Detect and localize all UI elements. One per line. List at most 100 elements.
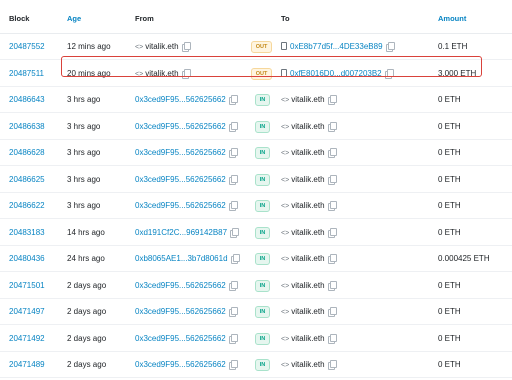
to-address-link[interactable]: vitalik.eth xyxy=(291,307,324,316)
from-address: 0x3ced9F95...562625662 xyxy=(135,148,238,158)
block-number-link[interactable]: 20471492 xyxy=(9,334,45,344)
copy-icon[interactable] xyxy=(228,148,238,158)
direction-badge: IN xyxy=(255,359,270,371)
direction-badge: IN xyxy=(255,147,270,159)
to-address-link[interactable]: vitalik.eth xyxy=(291,148,324,157)
from-address-link[interactable]: 0x3ced9F95...562625662 xyxy=(135,201,226,210)
copy-icon[interactable] xyxy=(228,360,238,370)
from-address: <> vitalik.eth xyxy=(135,42,191,53)
copy-icon[interactable] xyxy=(327,201,337,211)
to-address-link[interactable]: vitalik.eth xyxy=(291,122,324,131)
copy-icon[interactable] xyxy=(385,42,395,52)
copy-icon[interactable] xyxy=(228,95,238,105)
from-address-link[interactable]: 0x3ced9F95...562625662 xyxy=(135,175,226,184)
header-from: From xyxy=(135,14,154,23)
to-address-link[interactable]: vitalik.eth xyxy=(291,334,324,343)
ens-icon: <> xyxy=(281,362,290,369)
to-address: 0xE8b77d5f...4DE33eB89 xyxy=(281,42,395,52)
block-number-link[interactable]: 20486625 xyxy=(9,175,45,185)
block-number-link[interactable]: 20487511 xyxy=(9,69,44,79)
block-number-link[interactable]: 20480436 xyxy=(9,254,45,264)
direction-badge: IN xyxy=(255,279,270,292)
ens-icon: <> xyxy=(281,229,290,237)
copy-icon[interactable] xyxy=(327,333,337,344)
copy-icon[interactable] xyxy=(327,254,337,264)
copy-icon[interactable] xyxy=(327,280,337,291)
to-address-link[interactable]: vitalik.eth xyxy=(291,281,324,290)
header-block: Block xyxy=(9,14,30,23)
amount-value: 0 ETH xyxy=(438,280,461,290)
block-number-link[interactable]: 20486638 xyxy=(9,122,45,132)
copy-icon[interactable] xyxy=(327,360,337,370)
to-address-link[interactable]: vitalik.eth xyxy=(291,175,324,184)
copy-icon[interactable] xyxy=(327,121,337,132)
copy-icon[interactable] xyxy=(228,201,238,211)
direction-badge: IN xyxy=(255,120,270,133)
amount-value: 0 ETH xyxy=(438,95,461,104)
copy-icon[interactable] xyxy=(228,121,238,132)
from-address: 0xb8065AE1...3b7d8061d xyxy=(135,254,240,264)
copy-icon[interactable] xyxy=(327,148,337,158)
table-row: 20486638 3 hrs ago 0x3ced9F95...562625662 I… xyxy=(0,114,512,140)
block-number-link[interactable]: 20486628 xyxy=(9,148,45,158)
from-address-link[interactable]: 0x3ced9F95...562625662 xyxy=(135,148,226,157)
copy-icon[interactable] xyxy=(228,280,238,291)
amount-value: 0.1 ETH xyxy=(438,42,468,51)
copy-icon[interactable] xyxy=(327,307,337,317)
to-address-link[interactable]: vitalik.eth xyxy=(291,360,324,369)
copy-icon[interactable] xyxy=(228,333,238,344)
direction-badge: IN xyxy=(255,173,270,186)
amount-value: 0 ETH xyxy=(438,227,461,237)
from-address-link[interactable]: 0x3ced9F95...562625662 xyxy=(135,307,226,316)
copy-icon[interactable] xyxy=(228,174,238,185)
age-value: 24 hrs ago xyxy=(67,254,105,263)
amount-value: 0 ETH xyxy=(438,360,461,369)
from-address-link[interactable]: 0x3ced9F95...562625662 xyxy=(135,334,226,343)
from-address-link[interactable]: 0x3ced9F95...562625662 xyxy=(135,360,226,369)
copy-icon[interactable] xyxy=(228,307,238,317)
copy-icon[interactable] xyxy=(327,95,337,105)
copy-icon[interactable] xyxy=(181,42,191,52)
to-address: <> vitalik.eth xyxy=(281,307,337,318)
from-address-link[interactable]: 0x3ced9F95...562625662 xyxy=(135,95,226,104)
block-number-link[interactable]: 20471489 xyxy=(9,360,45,370)
direction-badge: OUT xyxy=(251,41,272,53)
block-number-link[interactable]: 20471497 xyxy=(9,307,45,317)
ens-icon: <> xyxy=(281,176,290,184)
block-number-link[interactable]: 20486643 xyxy=(9,95,45,105)
copy-icon[interactable] xyxy=(327,227,337,238)
table-row: 20480436 24 hrs ago 0xb8065AE1...3b7d8061d… xyxy=(0,246,512,272)
table-row: 20471489 2 days ago 0x3ced9F95...562625662… xyxy=(0,352,512,378)
header-age[interactable]: Age xyxy=(67,14,81,23)
age-value: 14 hrs ago xyxy=(67,227,105,237)
from-address-link[interactable]: 0x3ced9F95...562625662 xyxy=(135,281,226,290)
from-address-link[interactable]: 0xb8065AE1...3b7d8061d xyxy=(135,254,228,263)
from-address: 0x3ced9F95...562625662 xyxy=(135,95,238,105)
block-number-link[interactable]: 20483183 xyxy=(9,228,45,238)
copy-icon[interactable] xyxy=(230,254,240,264)
to-address-link[interactable]: vitalik.eth xyxy=(291,201,324,210)
to-address-link[interactable]: vitalik.eth xyxy=(291,254,324,263)
from-address-link[interactable]: 0x3ced9F95...562625662 xyxy=(135,122,226,131)
from-address-link[interactable]: 0xd191Cf2C...969142B87 xyxy=(135,228,227,237)
copy-icon[interactable] xyxy=(327,174,337,185)
from-address-link[interactable]: vitalik.eth xyxy=(145,42,178,51)
to-address-link[interactable]: vitalik.eth xyxy=(291,95,324,104)
to-address-link[interactable]: vitalik.eth xyxy=(291,228,324,237)
from-address: 0x3ced9F95...562625662 xyxy=(135,280,238,291)
from-address: 0x3ced9F95...562625662 xyxy=(135,201,238,211)
table-row: 20486622 3 hrs ago 0x3ced9F95...562625662 I… xyxy=(0,193,512,219)
copy-icon[interactable] xyxy=(230,227,240,238)
block-number-link[interactable]: 20486622 xyxy=(9,201,45,211)
block-number-link[interactable]: 20487552 xyxy=(9,42,45,52)
to-address: <> vitalik.eth xyxy=(281,121,337,133)
header-amount[interactable]: Amount xyxy=(438,14,466,23)
ens-icon: <> xyxy=(281,256,290,263)
block-number-link[interactable]: 20471501 xyxy=(9,281,45,291)
table-header: Block Age From To Amount xyxy=(0,0,512,34)
ens-icon: <> xyxy=(281,309,290,316)
to-address-link[interactable]: 0xE8b77d5f...4DE33eB89 xyxy=(290,42,383,51)
direction-badge: IN xyxy=(255,200,270,212)
ens-icon: <> xyxy=(135,44,144,51)
to-address: <> vitalik.eth xyxy=(281,280,337,292)
